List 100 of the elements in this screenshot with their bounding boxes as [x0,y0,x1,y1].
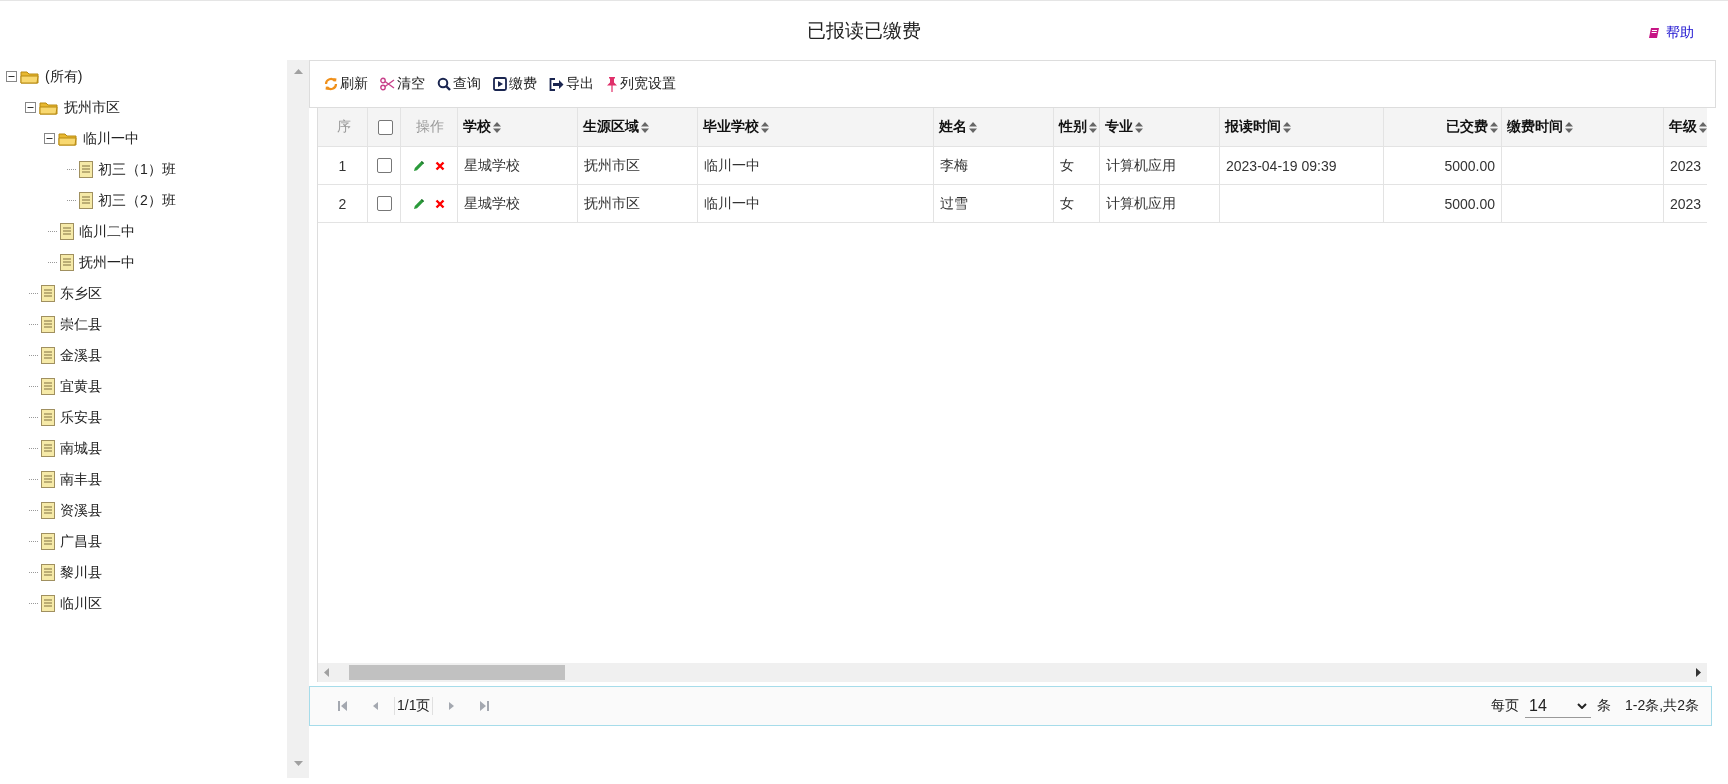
previous-page-icon[interactable] [373,702,378,710]
row-number: 2 [338,195,347,212]
table-cell: 计算机应用 [1106,194,1176,213]
next-page-icon[interactable] [449,702,455,710]
tree-item[interactable]: 临川一中 [83,129,139,148]
folder-icon [20,69,40,84]
tree-item[interactable]: 金溪县 [60,346,102,365]
table-cell: 2023 [1670,157,1702,174]
tree-item[interactable]: 初三（1）班 [98,160,176,179]
pencil-icon[interactable] [413,197,425,210]
document-icon [41,440,55,457]
scroll-down-icon[interactable] [293,761,303,766]
first-page-icon[interactable] [338,701,347,711]
table-cell: 李梅 [940,156,968,175]
collapse-icon[interactable] [6,71,17,82]
tree-item[interactable]: 广昌县 [60,532,102,551]
tree-item[interactable]: 东乡区 [60,284,102,303]
table-cell: 过雪 [940,194,968,213]
column-header: 已交费 [1446,118,1488,136]
tree-item[interactable]: 崇仁县 [60,315,102,334]
collapse-icon[interactable] [25,102,36,113]
tree-item[interactable]: (所有) [45,67,83,86]
column-header: 姓名 [939,118,967,136]
table-cell: 计算机应用 [1106,156,1176,175]
scissors-icon [380,77,395,91]
unit-label: 条 [1597,697,1612,715]
collapse-icon[interactable] [44,133,55,144]
column-header: 学校 [463,118,491,136]
sort-icon[interactable] [1135,121,1143,133]
record-summary: 1-2条,共2条 [1625,697,1699,715]
table-cell: 星城学校 [464,156,520,175]
scroll-right-icon[interactable] [1696,668,1701,677]
tree-item[interactable]: 临川二中 [79,222,135,241]
tree-item[interactable]: 抚州市区 [64,98,120,117]
tree-item[interactable]: 资溪县 [60,501,102,520]
toolbar-button[interactable]: 导出 [548,73,595,95]
table-cell: 临川一中 [704,194,760,213]
toolbar-button[interactable]: 刷新 [323,73,369,95]
document-icon [79,161,93,178]
pencil-icon[interactable] [413,159,425,172]
column-header: 操作 [416,118,444,136]
page-title: 已报读已缴费 [807,18,921,43]
sort-icon[interactable] [1283,121,1291,133]
tree-item[interactable]: 乐安县 [60,408,102,427]
toolbar-button[interactable]: 查询 [436,73,482,95]
export-icon [549,77,564,91]
scrollbar[interactable] [287,60,309,778]
tree-item[interactable]: 南丰县 [60,470,102,489]
sort-icon[interactable] [641,121,649,133]
document-icon [41,316,55,333]
tree-item[interactable]: 临川区 [60,594,102,613]
sort-icon[interactable] [761,121,769,133]
chevron-icon [1577,702,1588,709]
select-all-checkbox[interactable] [377,119,393,135]
sort-icon[interactable] [1089,121,1097,133]
pin-icon [606,76,618,92]
tree-item[interactable]: 黎川县 [60,563,102,582]
column-header: 缴费时间 [1507,118,1563,136]
page-size-select[interactable]: 14 [1525,694,1592,718]
delete-icon[interactable] [435,198,445,209]
table-cell: 女 [1060,156,1074,175]
document-icon [41,409,55,426]
help-link[interactable]: 帮助 [1648,24,1694,42]
delete-icon[interactable] [435,160,445,171]
toolbar-button[interactable]: 清空 [379,73,426,95]
book-icon [1648,27,1660,39]
column-header: 报读时间 [1225,118,1281,136]
scroll-up-icon[interactable] [293,69,303,74]
column-header: 年级 [1669,118,1697,136]
document-icon [41,595,55,612]
scroll-thumb[interactable] [349,665,565,680]
search-icon [437,77,451,91]
scroll-left-icon[interactable] [324,668,329,677]
document-icon [60,254,74,271]
sort-icon[interactable] [1565,121,1573,133]
refresh-icon [324,77,338,91]
last-page-icon[interactable] [480,701,490,711]
tree-item[interactable]: 南城县 [60,439,102,458]
table-cell: 抚州市区 [584,194,640,213]
document-icon [41,564,55,581]
tree-item[interactable]: 宜黄县 [60,377,102,396]
column-header: 专业 [1105,118,1133,136]
row-checkbox[interactable] [376,158,392,173]
document-icon [41,533,55,550]
page-indicator: 1/1页 [394,697,434,715]
row-checkbox[interactable] [376,196,392,211]
document-icon [41,378,55,395]
sort-icon[interactable] [1699,121,1707,133]
column-header: 毕业学校 [703,118,759,136]
table-cell: 抚州市区 [584,156,640,175]
toolbar-button[interactable]: 列宽设置 [605,73,677,95]
tree-item[interactable]: 抚州一中 [79,253,135,272]
scrollbar[interactable] [318,663,1707,682]
sort-icon[interactable] [493,121,501,133]
document-icon [41,502,55,519]
tree-item[interactable]: 初三（2）班 [98,191,176,210]
sort-icon[interactable] [1490,121,1498,133]
table-cell: 2023-04-19 09:39 [1226,157,1337,174]
sort-icon[interactable] [969,121,977,133]
toolbar-button[interactable]: 缴费 [492,73,538,95]
